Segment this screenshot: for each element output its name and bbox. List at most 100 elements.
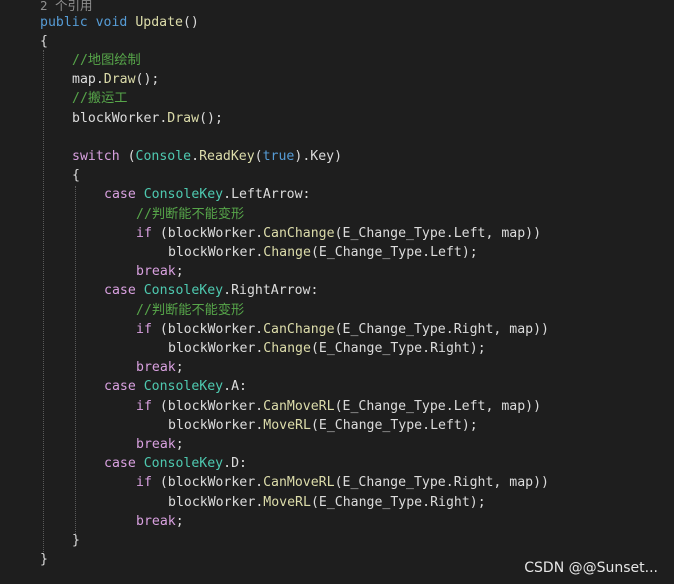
indent-guide	[43, 50, 44, 552]
code-token: Right	[453, 321, 494, 337]
code-token: ();	[199, 110, 223, 126]
code-token: break	[136, 264, 176, 280]
code-line[interactable]: //搬运工	[72, 89, 127, 108]
watermark: CSDN @@Sunset...	[524, 560, 658, 576]
code-line[interactable]: case ConsoleKey.LeftArrow:	[104, 185, 311, 204]
code-line[interactable]: }	[72, 531, 80, 550]
code-token: (	[334, 475, 343, 491]
code-token: blockWorker	[168, 244, 256, 260]
code-token: .	[191, 148, 200, 164]
code-token: break	[136, 513, 176, 529]
code-token: ,	[485, 225, 502, 241]
code-line[interactable]: blockWorker.MoveRL(E_Change_Type.Left);	[168, 416, 478, 435]
code-token: (	[310, 244, 319, 260]
code-token: (	[159, 321, 168, 337]
code-token: E_Change_Type	[342, 398, 446, 414]
code-token: .	[422, 417, 431, 433]
code-token: Update	[135, 14, 183, 30]
code-token: D	[231, 456, 240, 472]
code-token: (	[334, 398, 343, 414]
code-line[interactable]: public void Update()	[40, 13, 199, 32]
code-token: Left	[430, 244, 462, 260]
code-token: RightArrow	[231, 283, 311, 299]
code-token: map	[509, 475, 534, 491]
code-token: :	[239, 379, 247, 395]
code-token: map	[72, 72, 96, 88]
code-token: ).	[294, 148, 311, 164]
code-line[interactable]: switch (Console.ReadKey(true).Key)	[72, 147, 342, 166]
code-line[interactable]: blockWorker.Draw();	[72, 109, 223, 128]
code-line[interactable]: {	[72, 166, 80, 185]
code-token: ConsoleKey	[143, 456, 224, 472]
code-token: ))	[533, 475, 549, 491]
code-token: map	[501, 225, 526, 241]
code-token: case	[104, 283, 136, 299]
code-token: A	[231, 379, 240, 395]
code-token: blockWorker	[167, 398, 256, 414]
code-line[interactable]: if (blockWorker.CanMoveRL(E_Change_Type.…	[136, 397, 541, 416]
code-token: break	[136, 360, 176, 376]
code-token: .	[223, 456, 232, 472]
code-token: :	[302, 187, 311, 203]
code-token: Change	[263, 244, 311, 260]
code-token: .	[445, 225, 454, 241]
code-token: CanChange	[263, 321, 335, 337]
code-line[interactable]: {	[40, 32, 48, 51]
code-line[interactable]: //判断能不能变形	[136, 301, 244, 320]
code-token: (	[334, 321, 343, 337]
code-token: switch	[72, 148, 120, 164]
code-token: ;	[175, 513, 184, 529]
code-line[interactable]: blockWorker.Change(E_Change_Type.Right);	[168, 339, 486, 358]
code-token: void	[95, 14, 128, 30]
code-line[interactable]: if (blockWorker.CanMoveRL(E_Change_Type.…	[136, 473, 549, 492]
code-token: .	[255, 321, 264, 337]
code-line[interactable]: break;	[136, 435, 184, 454]
code-token: (	[310, 340, 319, 356]
code-line[interactable]: if (blockWorker.CanChange(E_Change_Type.…	[136, 224, 541, 243]
code-token: ;	[175, 360, 184, 376]
code-token: (	[254, 148, 263, 164]
code-token: :	[310, 283, 319, 299]
code-line[interactable]: }	[40, 550, 48, 569]
code-token: //判断能不能变形	[136, 206, 245, 222]
code-line[interactable]: case ConsoleKey.A:	[104, 377, 247, 396]
code-token: )	[334, 148, 343, 164]
code-line[interactable]: map.Draw();	[72, 70, 159, 89]
code-token: Change	[263, 340, 311, 356]
code-line[interactable]: break;	[136, 512, 184, 531]
code-token: Right	[453, 475, 494, 491]
code-token: );	[469, 340, 486, 356]
code-line[interactable]: case ConsoleKey.D:	[104, 454, 247, 473]
code-token: map	[501, 398, 526, 414]
code-line[interactable]: blockWorker.Change(E_Change_Type.Left);	[168, 243, 478, 262]
code-line[interactable]: break;	[136, 262, 184, 281]
code-token: .	[223, 283, 232, 299]
code-token: blockWorker	[168, 494, 256, 510]
code-editor[interactable]: 2 个引用 public void Update(){//地图绘制 map.Dra…	[0, 0, 674, 584]
code-token: .	[255, 225, 264, 241]
code-line[interactable]: blockWorker.MoveRL(E_Change_Type.Right);	[168, 493, 486, 512]
code-token: }	[40, 552, 48, 568]
code-line[interactable]: //判断能不能变形	[136, 205, 244, 224]
code-token: );	[469, 494, 486, 510]
code-line[interactable]: case ConsoleKey.RightArrow:	[104, 281, 318, 300]
code-line[interactable]: if (blockWorker.CanChange(E_Change_Type.…	[136, 320, 549, 339]
code-token: }	[72, 532, 80, 548]
code-token: .	[255, 398, 264, 414]
code-line[interactable]: break;	[136, 358, 184, 377]
code-token: case	[104, 456, 136, 472]
code-token: (	[310, 494, 319, 510]
code-token: {	[40, 33, 48, 49]
code-token: blockWorker	[167, 225, 256, 241]
code-line[interactable]: //地图绘制	[72, 51, 141, 70]
code-token: if	[136, 225, 152, 241]
code-token: );	[461, 244, 478, 260]
